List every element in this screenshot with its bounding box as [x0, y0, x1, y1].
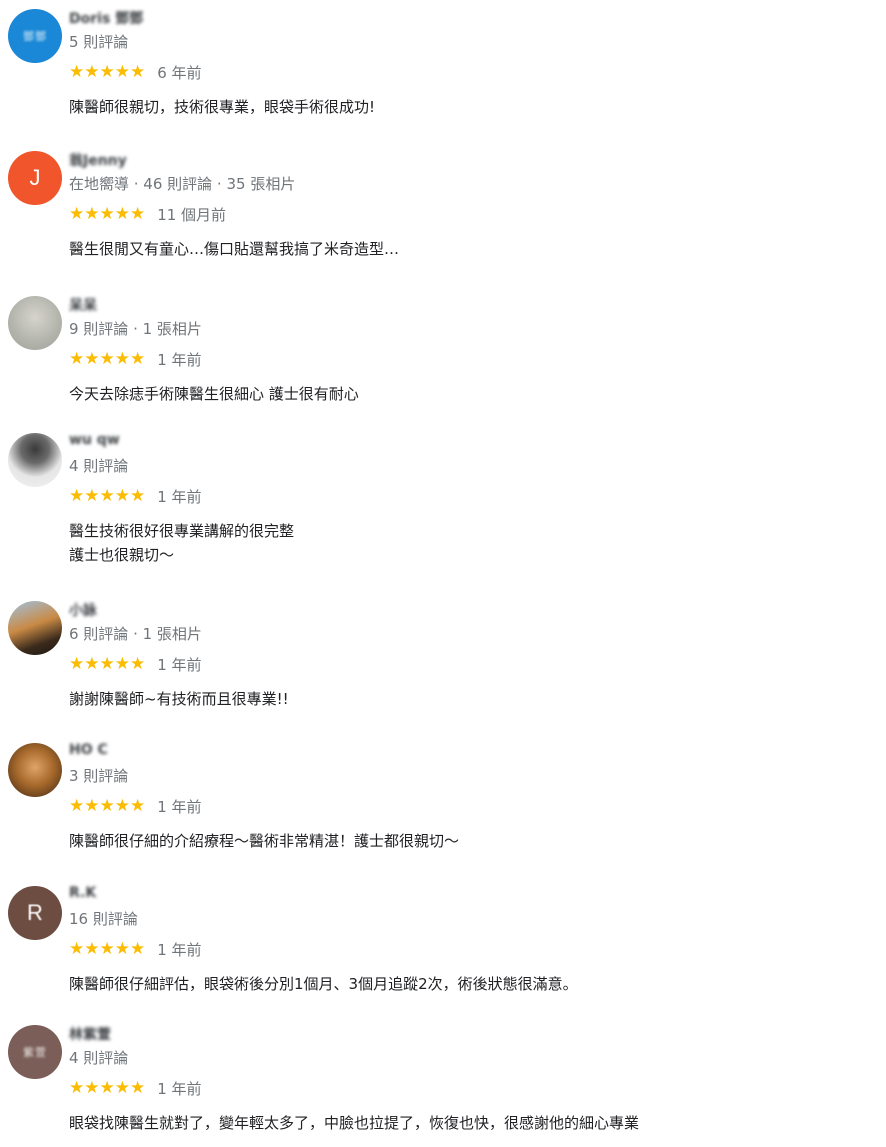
- avatar[interactable]: 紫萱: [8, 1025, 62, 1079]
- avatar[interactable]: [8, 433, 62, 487]
- avatar[interactable]: J: [8, 151, 62, 205]
- avatar-initials: 鄧鄧: [23, 31, 47, 43]
- avatar-initials: 紫萱: [23, 1047, 47, 1059]
- rating-row: ★★★★★ 1 年前: [69, 653, 202, 675]
- rating-row: ★★★★★ 1 年前: [69, 795, 202, 817]
- star-rating-icon: ★★★★★: [69, 349, 146, 369]
- reviewer-name[interactable]: 翁Jenny: [69, 150, 127, 170]
- reviewer-name[interactable]: 林紫萱: [69, 1024, 111, 1044]
- avatar[interactable]: 鄧鄧: [8, 9, 62, 63]
- reviewer-meta: 6 則評論 · 1 張相片: [69, 625, 202, 643]
- reviewer-name[interactable]: HO C: [69, 742, 108, 762]
- star-rating-icon: ★★★★★: [69, 486, 146, 506]
- avatar[interactable]: [8, 296, 62, 350]
- rating-row: ★★★★★ 1 年前: [69, 1077, 202, 1099]
- review-text: 陳醫師很仔細評估，眼袋術後分別1個月、3個月追蹤2次，術後狀態很滿意。: [69, 975, 578, 993]
- avatar[interactable]: [8, 601, 62, 655]
- reviewer-name[interactable]: Doris 鄧鄧: [69, 8, 143, 28]
- review-time: 1 年前: [157, 487, 202, 506]
- reviewer-meta: 4 則評論: [69, 457, 129, 475]
- review-time: 1 年前: [157, 797, 202, 816]
- star-rating-icon: ★★★★★: [69, 204, 146, 224]
- review-text: 謝謝陳醫師~有技術而且很專業!!: [69, 690, 289, 708]
- review-text: 醫生很閒又有童心…傷口貼還幫我搞了米奇造型…: [69, 240, 400, 258]
- reviewer-meta: 4 則評論: [69, 1049, 129, 1067]
- rating-row: ★★★★★ 1 年前: [69, 348, 202, 370]
- reviewer-name[interactable]: wu qw: [69, 432, 120, 452]
- avatar-initials: R: [27, 900, 43, 925]
- review-time: 6 年前: [157, 63, 202, 82]
- review-time: 1 年前: [157, 940, 202, 959]
- rating-row: ★★★★★ 1 年前: [69, 485, 202, 507]
- review-text: 今天去除痣手術陳醫生很細心 護士很有耐心: [69, 385, 359, 403]
- reviewer-meta: 在地嚮導 · 46 則評論 · 35 張相片: [69, 175, 296, 193]
- review-time: 1 年前: [157, 655, 202, 674]
- reviewer-name[interactable]: 呆呆: [69, 295, 97, 315]
- review-text: 陳醫師很仔細的介紹療程～醫術非常精湛！護士都很親切～: [69, 832, 460, 850]
- review-text: 醫生技術很好很專業講解的很完整 護士也很親切～: [69, 522, 295, 564]
- star-rating-icon: ★★★★★: [69, 654, 146, 674]
- star-rating-icon: ★★★★★: [69, 939, 146, 959]
- review-time: 11 個月前: [157, 205, 227, 224]
- review-time: 1 年前: [157, 1079, 202, 1098]
- rating-row: ★★★★★ 6 年前: [69, 61, 202, 83]
- rating-row: ★★★★★ 11 個月前: [69, 203, 226, 225]
- avatar[interactable]: [8, 743, 62, 797]
- reviewer-meta: 5 則評論: [69, 33, 129, 51]
- star-rating-icon: ★★★★★: [69, 796, 146, 816]
- reviewer-name[interactable]: R.K: [69, 885, 96, 905]
- star-rating-icon: ★★★★★: [69, 1078, 146, 1098]
- avatar-initials: J: [29, 165, 41, 190]
- avatar[interactable]: R: [8, 886, 62, 940]
- reviewer-name[interactable]: 小詠: [69, 600, 97, 620]
- star-rating-icon: ★★★★★: [69, 62, 146, 82]
- review-text: 陳醫師很親切，技術很專業，眼袋手術很成功!: [69, 98, 376, 116]
- reviewer-meta: 3 則評論: [69, 767, 129, 785]
- reviewer-meta: 9 則評論 · 1 張相片: [69, 320, 202, 338]
- review-time: 1 年前: [157, 350, 202, 369]
- review-text: 眼袋找陳醫生就對了，變年輕太多了，中臉也拉提了，恢復也快，很感謝他的細心專業: [69, 1114, 640, 1132]
- rating-row: ★★★★★ 1 年前: [69, 938, 202, 960]
- reviewer-meta: 16 則評論: [69, 910, 138, 928]
